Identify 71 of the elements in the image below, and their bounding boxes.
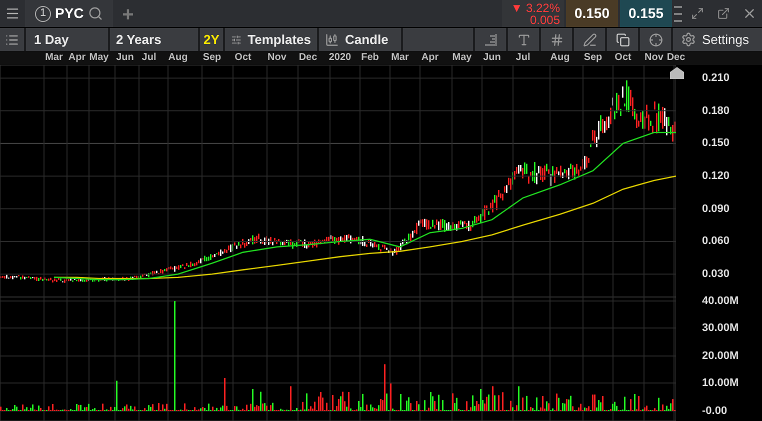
month-label: Feb (361, 51, 379, 65)
range-badge[interactable]: 2Y (200, 28, 223, 51)
menu-icon (4, 6, 20, 21)
volume-axis-label: 10.00M (702, 377, 739, 389)
volume-axis-label: 20.00M (702, 350, 739, 362)
settings-icon (681, 32, 696, 47)
crosshair-button[interactable] (640, 28, 671, 51)
drag-handle-icon[interactable] (674, 4, 682, 22)
symbol-tab[interactable]: 1 PYC (25, 0, 113, 27)
volume-axis-label: -0.00 (702, 405, 728, 417)
interval-dropdown[interactable]: 1 Day (26, 28, 108, 51)
text-icon (516, 32, 530, 46)
month-label: Oct (234, 51, 252, 65)
symbol-label: PYC (55, 4, 84, 23)
month-label: May (452, 51, 472, 65)
candle-icon (325, 32, 339, 46)
volume-axis-label: 40.00M (702, 295, 739, 307)
align-button[interactable] (475, 28, 506, 51)
price-axis-label: 0.150 (702, 137, 730, 150)
price-axis-label: 0.210 (702, 72, 730, 84)
volume-axis-label: 30.00M (702, 322, 739, 334)
layers-button[interactable] (607, 28, 638, 51)
month-label: Jul (516, 51, 530, 65)
month-label: Apr (421, 51, 439, 65)
chart-type-dropdown[interactable]: Candle (319, 28, 401, 51)
ask-price[interactable]: 0.155 (620, 0, 672, 27)
text-button[interactable] (508, 28, 539, 51)
month-label: Sep (584, 51, 602, 65)
templates-button[interactable]: Templates (225, 28, 317, 51)
price-axis-label: 0.090 (702, 202, 730, 215)
grid-button[interactable] (541, 28, 572, 51)
price-axis-label: 0.180 (702, 104, 730, 117)
price-axis-label: 0.030 (702, 268, 730, 280)
crosshair-icon (648, 32, 662, 46)
toolbar-blank-segment (403, 28, 473, 51)
month-label: Jul (142, 51, 156, 65)
month-label: 2020 (328, 51, 352, 65)
bid-price[interactable]: 0.150 (566, 0, 618, 27)
range-dropdown[interactable]: 2 Years (110, 28, 198, 51)
pen-icon (582, 32, 596, 46)
list-icon (5, 32, 19, 46)
change-percent: ▼ 3.22% (510, 2, 560, 14)
month-label: Oct (614, 51, 632, 65)
change-amount: 0.005 (530, 14, 560, 26)
sliders-icon (231, 32, 242, 46)
month-label: Mar (391, 51, 409, 65)
scroll-marker-icon[interactable] (670, 67, 684, 79)
month-label: May (89, 51, 109, 65)
price-axis-label: 0.120 (702, 170, 730, 182)
grid-icon (550, 32, 564, 46)
search-icon[interactable] (88, 6, 103, 21)
price-axis-label: 0.060 (702, 235, 730, 248)
tab-number: 1 (35, 6, 51, 22)
month-label: Nov (644, 51, 664, 65)
month-label: Dec (666, 51, 686, 65)
popout-icon (716, 7, 730, 20)
expand-icon (690, 7, 704, 20)
month-label: Jun (116, 51, 134, 65)
month-label: Mar (45, 51, 63, 65)
settings-button[interactable]: Settings (673, 28, 762, 51)
month-label: Aug (168, 51, 188, 65)
month-label: Jun (483, 51, 501, 65)
month-label: Dec (298, 51, 318, 65)
draw-button[interactable] (574, 28, 605, 51)
month-label: Nov (268, 51, 286, 65)
month-label: Aug (550, 51, 570, 65)
list-button[interactable] (0, 28, 24, 51)
align-icon (484, 32, 498, 46)
month-label: Apr (68, 51, 86, 65)
month-label: Sep (202, 51, 222, 65)
layers-icon (616, 32, 630, 46)
